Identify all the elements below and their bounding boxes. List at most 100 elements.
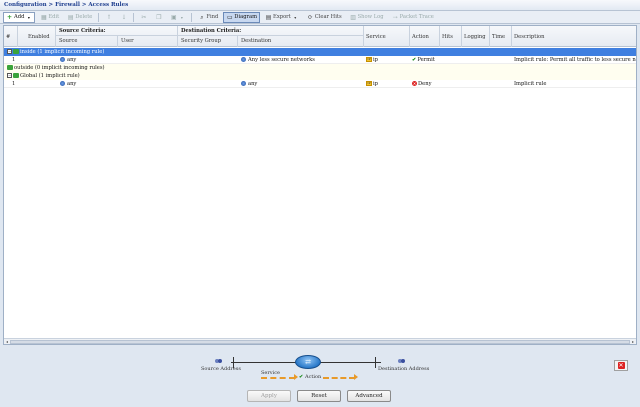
rule-source: any bbox=[67, 57, 77, 63]
cut-button[interactable]: ✂ bbox=[137, 12, 150, 23]
rule-group-row-global[interactable]: − Global (1 implicit rule) bbox=[4, 72, 636, 80]
deny-x-icon: ✕ bbox=[412, 81, 417, 86]
action-arrow-head-icon bbox=[354, 374, 358, 380]
rule-service: ip bbox=[373, 81, 378, 87]
packet-trace-button[interactable]: ⇢ Packet Trace bbox=[389, 12, 437, 23]
arrow-up-icon: ↑ bbox=[106, 13, 112, 21]
arrow-down-icon: ↓ bbox=[121, 13, 127, 21]
close-diagram-button[interactable]: ✕ bbox=[614, 360, 628, 371]
column-header-enabled[interactable]: Enabled bbox=[18, 26, 56, 47]
rule-group-row-outside[interactable]: outside (0 implicit incoming rules) bbox=[4, 64, 636, 72]
network-object-icon bbox=[241, 57, 246, 62]
dropdown-arrow-icon: ▾ bbox=[180, 14, 183, 20]
scrollbar-thumb[interactable] bbox=[10, 340, 630, 344]
service-ip-icon: IP bbox=[366, 81, 372, 86]
delete-icon: ▤ bbox=[67, 13, 74, 21]
diagram-action-label: Action bbox=[305, 374, 322, 380]
table-header: # Enabled Source Criteria: Source User D… bbox=[4, 26, 636, 47]
column-header-source[interactable]: Source bbox=[56, 36, 118, 47]
network-object-icon bbox=[60, 81, 65, 86]
find-button[interactable]: ⌕ Find bbox=[195, 12, 221, 23]
cut-icon: ✂ bbox=[141, 13, 147, 21]
rule-group-row-inside[interactable]: − inside (1 implicit incoming rule) bbox=[4, 48, 636, 56]
network-object-icon bbox=[241, 81, 246, 86]
access-rules-table: # Enabled Source Criteria: Source User D… bbox=[3, 25, 637, 345]
add-icon: + bbox=[6, 13, 13, 21]
move-down-button[interactable]: ↓ bbox=[117, 12, 130, 23]
column-header-description[interactable]: Description bbox=[512, 26, 636, 47]
scroll-right-icon[interactable]: ▸ bbox=[630, 339, 636, 344]
column-header-time[interactable]: Time bbox=[490, 26, 512, 47]
clear-hits-icon: ⟳ bbox=[307, 13, 313, 21]
toolbar: + Add ▾ ▦ Edit ▤ Delete ↑ ↓ ✂ ❐ ▣ ▾ ⌕ Fi… bbox=[0, 11, 640, 24]
permit-check-icon: ✔ bbox=[412, 57, 417, 63]
collapse-toggle-icon[interactable]: − bbox=[7, 49, 12, 54]
move-up-button[interactable]: ↑ bbox=[102, 12, 115, 23]
network-object-icon bbox=[60, 57, 65, 62]
rule-destination: any bbox=[248, 81, 258, 87]
source-criteria-group-header: Source Criteria: bbox=[56, 26, 178, 36]
breadcrumb: Configuration > Firewall > Access Rules bbox=[0, 0, 640, 11]
export-icon: ▤ bbox=[265, 13, 272, 21]
close-icon: ✕ bbox=[617, 362, 625, 369]
diagram-destination-tick bbox=[375, 357, 376, 368]
horizontal-scrollbar[interactable]: ◂ ▸ bbox=[4, 338, 636, 344]
service-arrow-head-icon bbox=[294, 374, 298, 380]
diagram-service-label: Service bbox=[261, 370, 280, 376]
column-header-user[interactable]: User bbox=[118, 36, 178, 47]
column-header-hits[interactable]: Hits bbox=[440, 26, 462, 47]
dropdown-arrow-icon: ▾ bbox=[294, 14, 297, 20]
action-flow-arrow bbox=[323, 377, 355, 380]
copy-button[interactable]: ❐ bbox=[152, 12, 165, 23]
column-header-action[interactable]: Action bbox=[410, 26, 440, 47]
diagram-permit-check-icon: ✔ bbox=[299, 374, 304, 380]
reset-button[interactable]: Reset bbox=[297, 390, 341, 402]
toolbar-separator bbox=[191, 12, 193, 22]
rule-description: Implicit rule bbox=[514, 81, 547, 87]
column-header-destination[interactable]: Destination bbox=[238, 36, 364, 47]
table-row[interactable]: 1 any any IP ip ✕ Deny Implicit rule bbox=[4, 80, 636, 88]
source-network-icon bbox=[215, 359, 222, 363]
destination-network-icon bbox=[398, 359, 405, 363]
delete-button[interactable]: ▤ Delete bbox=[64, 12, 95, 23]
edit-icon: ▦ bbox=[41, 13, 47, 21]
service-flow-arrow bbox=[261, 377, 295, 380]
packet-trace-icon: ⇢ bbox=[392, 13, 398, 21]
router-icon bbox=[295, 355, 321, 369]
edit-button[interactable]: ▦ Edit bbox=[37, 12, 62, 23]
destination-criteria-group-header: Destination Criteria: bbox=[178, 26, 364, 36]
column-header-number[interactable]: # bbox=[4, 26, 18, 47]
diagram-toggle-button[interactable]: ▭ Diagram bbox=[223, 11, 261, 23]
rule-number: 1 bbox=[12, 57, 16, 63]
rule-number: 1 bbox=[12, 81, 16, 87]
paste-button[interactable]: ▣ ▾ bbox=[167, 12, 188, 23]
rule-service: ip bbox=[373, 57, 378, 63]
rule-source: any bbox=[67, 81, 77, 87]
service-ip-icon: IP bbox=[366, 57, 372, 62]
column-header-security-group[interactable]: Security Group bbox=[178, 36, 238, 47]
paste-icon: ▣ bbox=[171, 13, 177, 21]
column-header-service[interactable]: Service bbox=[364, 26, 410, 47]
clear-hits-button[interactable]: ⟳ Clear Hits bbox=[304, 12, 345, 23]
table-row[interactable]: 1 any Any less secure networks IP ip ✔Per… bbox=[4, 56, 636, 64]
rule-diagram: Source Address Destination Address Servi… bbox=[3, 352, 637, 386]
rule-destination: Any less secure networks bbox=[248, 57, 315, 63]
rule-action: Deny bbox=[418, 81, 432, 87]
diagram-icon: ▭ bbox=[226, 13, 233, 21]
export-button[interactable]: ▤ Export ▾ bbox=[262, 12, 302, 23]
apply-button[interactable]: Apply bbox=[247, 390, 291, 402]
advanced-button[interactable]: Advanced bbox=[347, 390, 391, 402]
toolbar-separator bbox=[98, 12, 100, 22]
interface-group-icon bbox=[13, 73, 19, 78]
show-log-button[interactable]: ▥ Show Log bbox=[347, 12, 387, 23]
collapse-toggle-icon[interactable]: − bbox=[7, 73, 12, 78]
diagram-source-address-label: Source Address bbox=[201, 366, 241, 372]
add-button[interactable]: + Add ▾ bbox=[3, 11, 36, 23]
interface-group-icon bbox=[13, 49, 19, 54]
rule-description: Implicit rule: Permit all traffic to les… bbox=[514, 57, 636, 63]
copy-icon: ❐ bbox=[156, 13, 162, 21]
log-icon: ▥ bbox=[350, 13, 356, 21]
rule-action: Permit bbox=[417, 57, 435, 63]
search-icon: ⌕ bbox=[200, 13, 204, 21]
column-header-logging[interactable]: Logging bbox=[462, 26, 490, 47]
